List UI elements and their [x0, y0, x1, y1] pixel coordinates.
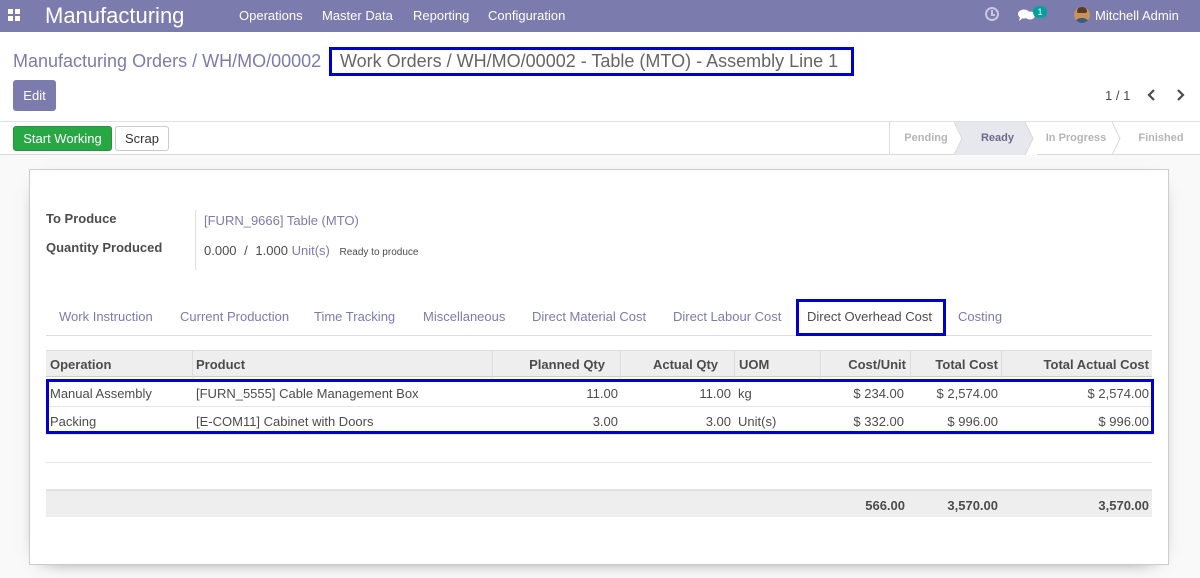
tab-direct-material-cost[interactable]: Direct Material Cost	[532, 309, 646, 324]
stage-pending[interactable]: Pending	[890, 122, 962, 155]
activity-clock-icon[interactable]	[985, 7, 999, 21]
breadcrumb: Manufacturing Orders / WH/MO/00002	[13, 51, 321, 72]
pager-value[interactable]: 1 / 1	[1105, 88, 1130, 103]
column-header-total-actual-cost[interactable]: Total Actual Cost	[1001, 357, 1149, 372]
total-total-cost: 3,570.00	[947, 498, 998, 513]
quantity-produced-label: Quantity Produced	[46, 240, 163, 255]
tab-time-tracking[interactable]: Time Tracking	[314, 309, 395, 324]
chat-count-badge: 1	[1033, 6, 1047, 18]
column-header-total-cost[interactable]: Total Cost	[910, 357, 998, 372]
scrap-button[interactable]: Scrap	[115, 126, 169, 151]
tab-current-production[interactable]: Current Production	[180, 309, 289, 324]
column-header-uom[interactable]: UOM	[739, 357, 769, 372]
total-cost-unit: 566.00	[865, 498, 905, 513]
total-total-actual-cost: 3,570.00	[1098, 498, 1149, 513]
menu-configuration[interactable]: Configuration	[488, 8, 565, 23]
column-header-product[interactable]: Product	[196, 357, 245, 372]
qty-total: 1.000	[255, 243, 288, 258]
edit-button[interactable]: Edit	[13, 80, 56, 111]
field-separator	[195, 210, 196, 270]
start-working-button[interactable]: Start Working	[13, 126, 112, 151]
tab-costing[interactable]: Costing	[958, 309, 1002, 324]
qty-uom-link[interactable]: Unit(s)	[292, 243, 330, 258]
stage-arrow-separator	[954, 122, 966, 155]
column-divider	[734, 351, 735, 378]
tab-work-instruction[interactable]: Work Instruction	[59, 309, 153, 324]
user-avatar[interactable]	[1074, 7, 1090, 23]
tab-direct-labour-cost[interactable]: Direct Labour Cost	[673, 309, 781, 324]
column-header-actual-qty[interactable]: Actual Qty	[620, 357, 718, 372]
breadcrumb-mo[interactable]: WH/MO/00002	[202, 51, 321, 71]
tabs-underline	[46, 335, 1152, 336]
empty-table-row	[46, 463, 1152, 490]
quantity-produced-value: 0.000 / 1.000 Unit(s) Ready to produce	[204, 243, 418, 258]
menu-master-data[interactable]: Master Data	[322, 8, 393, 23]
tab-direct-overhead-cost[interactable]: Direct Overhead Cost	[807, 309, 932, 324]
chevron-right-icon[interactable]	[1174, 88, 1186, 102]
top-navbar: Manufacturing Operations Master Data Rep…	[0, 0, 1200, 32]
column-divider	[192, 351, 193, 378]
chevron-left-icon[interactable]	[1146, 88, 1158, 102]
tab-miscellaneous[interactable]: Miscellaneous	[423, 309, 505, 324]
column-header-operation[interactable]: Operation	[50, 357, 111, 372]
breadcrumb-manufacturing-orders[interactable]: Manufacturing Orders	[13, 51, 187, 71]
stage-finished[interactable]: Finished	[1124, 122, 1198, 155]
to-produce-label: To Produce	[46, 211, 117, 226]
status-bar: Start Working Scrap Pending Ready In Pro…	[0, 122, 1200, 155]
column-header-planned-qty[interactable]: Planned Qty	[492, 357, 605, 372]
menu-reporting[interactable]: Reporting	[413, 8, 469, 23]
breadcrumb-active-title: Work Orders / WH/MO/00002 - Table (MTO) …	[340, 51, 839, 71]
column-header-cost-unit[interactable]: Cost/Unit	[820, 357, 906, 372]
stage-arrow-separator	[1025, 122, 1037, 155]
qty-done[interactable]: 0.000	[204, 243, 237, 258]
table-footer-totals: 566.00 3,570.00 3,570.00	[46, 490, 1152, 517]
app-name[interactable]: Manufacturing	[45, 3, 184, 29]
stage-in-progress[interactable]: In Progress	[1037, 122, 1115, 155]
highlight-box-table-rows	[46, 379, 1154, 434]
ready-to-produce-note: Ready to produce	[339, 247, 419, 258]
stage-ready[interactable]: Ready	[962, 122, 1033, 155]
user-name[interactable]: Mitchell Admin	[1095, 8, 1179, 23]
empty-table-row	[46, 435, 1152, 463]
table-header: Operation Product Planned Qty Actual Qty…	[46, 350, 1152, 378]
apps-menu-icon[interactable]	[8, 9, 20, 21]
qty-separator: /	[244, 243, 248, 258]
stage-arrow-separator	[1112, 122, 1121, 155]
to-produce-product-link[interactable]: [FURN_9666] Table (MTO)	[204, 213, 359, 228]
breadcrumb-separator: /	[192, 51, 198, 71]
menu-operations[interactable]: Operations	[239, 8, 303, 23]
